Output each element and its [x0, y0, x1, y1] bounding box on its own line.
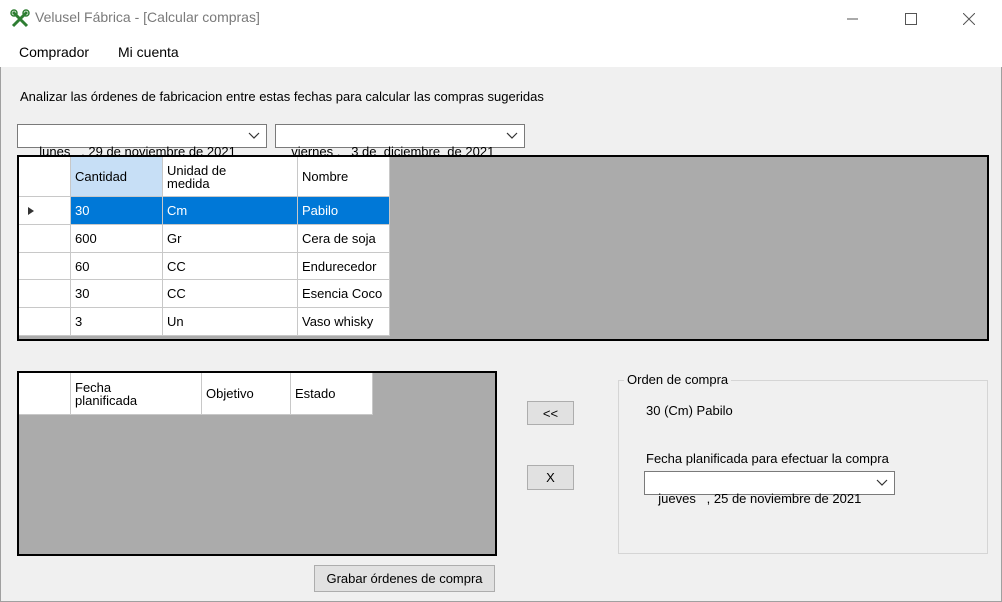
menu-comprador[interactable]: Comprador — [19, 44, 89, 60]
table-cell[interactable]: 60 — [71, 253, 163, 280]
close-icon — [963, 12, 975, 25]
row-header-corner — [19, 157, 71, 197]
title-bar: Velusel Fábrica - [Calcular compras] — [0, 0, 1002, 37]
table-cell[interactable]: Cm — [163, 197, 298, 225]
table-cell[interactable]: Esencia Coco — [298, 280, 390, 308]
column-header-unidad[interactable]: Unidad de medida — [163, 157, 298, 197]
column-header-fecha[interactable]: Fecha planificada — [71, 373, 202, 415]
table-cell[interactable]: Vaso whisky — [298, 308, 390, 336]
table-cell[interactable]: 3 — [71, 308, 163, 336]
planned-date-value: jueves , 25 de noviembre de 2021 — [658, 491, 862, 506]
table-cell[interactable]: 600 — [71, 225, 163, 253]
date-from-picker[interactable]: lunes , 29 de noviembre de 2021 — [17, 124, 267, 159]
table-cell[interactable]: Gr — [163, 225, 298, 253]
groupbox-title: Orden de compra — [624, 372, 732, 387]
close-button[interactable] — [946, 0, 992, 37]
chevron-down-icon — [876, 479, 888, 486]
window-title: Velusel Fábrica - [Calcular compras] — [35, 9, 260, 25]
purchase-orders-grid[interactable]: Fecha planificada Objetivo Estado — [17, 371, 497, 556]
row-header-corner — [19, 373, 71, 415]
column-header-unidad-label: Unidad de medida — [167, 162, 227, 191]
maximize-button[interactable] — [888, 0, 934, 37]
column-header-nombre[interactable]: Nombre — [298, 157, 390, 197]
table-cell[interactable]: 30 — [71, 280, 163, 308]
remove-order-button[interactable]: X — [527, 465, 574, 490]
column-header-estado[interactable]: Estado — [291, 373, 373, 415]
minimize-button[interactable] — [830, 0, 876, 37]
add-to-orders-button[interactable]: << — [527, 401, 574, 425]
column-header-objetivo[interactable]: Objetivo — [202, 373, 291, 415]
tools-icon — [10, 9, 30, 28]
table-cell[interactable]: CC — [163, 253, 298, 280]
row-header[interactable] — [19, 197, 71, 225]
row-header[interactable] — [19, 308, 71, 336]
table-cell[interactable]: CC — [163, 280, 298, 308]
menu-mi-cuenta[interactable]: Mi cuenta — [118, 44, 179, 60]
table-cell[interactable]: Cera de soja — [298, 225, 390, 253]
save-purchase-orders-button[interactable]: Grabar órdenes de compra — [314, 565, 495, 592]
maximize-icon — [905, 12, 917, 25]
chevron-down-icon — [506, 132, 518, 139]
row-indicator-icon — [28, 206, 34, 215]
table-cell[interactable]: Endurecedor — [298, 253, 390, 280]
planned-date-label: Fecha planificada para efectuar la compr… — [646, 451, 889, 466]
row-header[interactable] — [19, 225, 71, 253]
table-cell[interactable]: 30 — [71, 197, 163, 225]
minimize-icon — [847, 18, 858, 19]
table-cell[interactable]: Pabilo — [298, 197, 390, 225]
purchase-order-item-label: 30 (Cm) Pabilo — [646, 403, 733, 418]
column-header-cantidad[interactable]: Cantidad — [71, 157, 163, 197]
date-to-picker[interactable]: viernes , 3 de diciembre de 2021 — [275, 124, 525, 159]
chevron-down-icon — [248, 132, 260, 139]
column-header-fecha-label: Fecha planificada — [75, 379, 138, 408]
row-header[interactable] — [19, 253, 71, 280]
menu-bar: Comprador Mi cuenta — [0, 37, 1002, 67]
materials-grid[interactable]: Cantidad Unidad de medida Nombre 30 Cm P… — [17, 155, 989, 341]
instructions-label: Analizar las órdenes de fabricacion entr… — [20, 89, 544, 104]
table-cell[interactable]: Un — [163, 308, 298, 336]
planned-date-picker[interactable]: jueves , 25 de noviembre de 2021 — [644, 471, 895, 506]
row-header[interactable] — [19, 280, 71, 308]
